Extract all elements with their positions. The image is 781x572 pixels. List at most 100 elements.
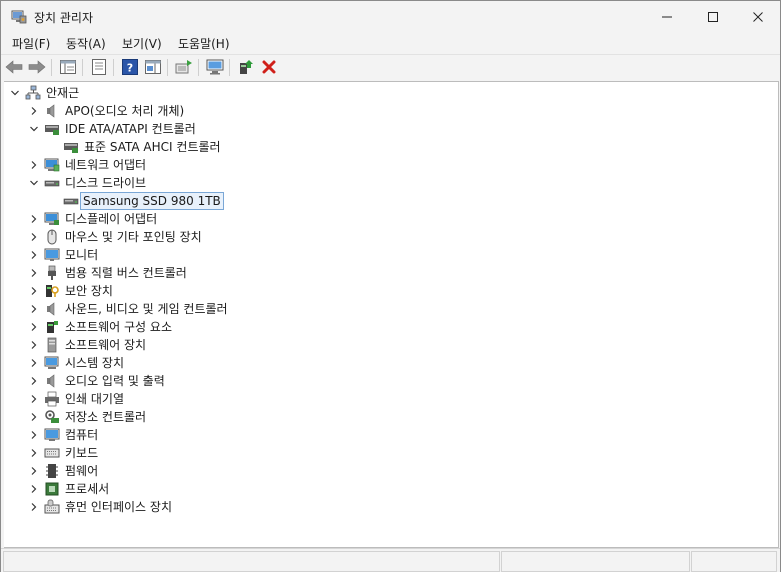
chevron-right-icon[interactable] — [28, 231, 40, 243]
chevron-right-icon[interactable] — [28, 501, 40, 513]
device-manager-window: 장치 관리자 파일(F) 동작(A) 보기(V) 도움말(H) ? 안재근 AP… — [0, 0, 781, 572]
speaker-icon — [47, 104, 55, 118]
chevron-right-icon[interactable] — [28, 105, 40, 117]
tree-node-sata-ahci[interactable]: 표준 SATA AHCI 컨트롤러 — [4, 138, 774, 156]
chevron-right-icon[interactable] — [28, 393, 40, 405]
close-button[interactable] — [735, 1, 781, 32]
tree-node-hid[interactable]: 휴먼 인터페이스 장치 — [4, 498, 774, 516]
toolbar-separator — [82, 59, 83, 76]
status-cell-main — [3, 551, 500, 572]
chevron-down-icon[interactable] — [28, 123, 40, 135]
chevron-right-icon[interactable] — [28, 375, 40, 387]
chevron-right-icon[interactable] — [28, 267, 40, 279]
tree-node-label: 프로세서 — [65, 482, 110, 496]
toolbar-separator — [51, 59, 52, 76]
tree-node-usb[interactable]: 범용 직렬 버스 컨트롤러 — [4, 264, 774, 282]
tree-node-label: 모니터 — [65, 248, 99, 262]
speaker-icon — [47, 374, 55, 388]
tree-node-storage-controller[interactable]: 저장소 컨트롤러 — [4, 408, 774, 426]
chevron-right-icon[interactable] — [28, 303, 40, 315]
tree-node-software-component[interactable]: 소프트웨어 구성 요소 — [4, 318, 774, 336]
tree-node-sound-video-game[interactable]: 사운드, 비디오 및 게임 컨트롤러 — [4, 300, 774, 318]
tree-node-system-devices[interactable]: 시스템 장치 — [4, 354, 774, 372]
tree-node-print-queue[interactable]: 인쇄 대기열 — [4, 390, 774, 408]
usb-icon — [48, 265, 56, 280]
network-adapter-icon — [44, 158, 60, 172]
tree-node-label: APO(오디오 처리 개체) — [65, 104, 185, 118]
tree-node-security[interactable]: 보안 장치 — [4, 282, 774, 300]
tree-node-computer[interactable]: 컴퓨터 — [4, 426, 774, 444]
help-button[interactable]: ? — [120, 58, 140, 76]
chevron-right-icon[interactable] — [28, 249, 40, 261]
software-component-icon — [47, 321, 58, 333]
menu-view[interactable]: 보기(V) — [120, 35, 164, 52]
properties-button[interactable] — [89, 58, 109, 76]
back-button[interactable] — [4, 58, 24, 76]
back-arrow-icon — [5, 60, 23, 74]
close-icon — [753, 11, 763, 22]
tree-node-firmware[interactable]: 펌웨어 — [4, 462, 774, 480]
forward-button[interactable] — [27, 58, 47, 76]
add-driver-button[interactable] — [236, 58, 256, 76]
tree-node-ide-ata[interactable]: IDE ATA/ATAPI 컨트롤러 — [4, 120, 774, 138]
action-pane-button[interactable] — [143, 58, 163, 76]
tree-node-display-adapter[interactable]: 디스플레이 어댑터 — [4, 210, 774, 228]
tree-node-processor[interactable]: 프로세서 — [4, 480, 774, 498]
maximize-button[interactable] — [690, 1, 736, 32]
disk-drive-icon — [44, 180, 60, 187]
tree-node-label: 표준 SATA AHCI 컨트롤러 — [84, 140, 221, 154]
chevron-down-icon[interactable] — [9, 87, 21, 99]
menu-help[interactable]: 도움말(H) — [176, 35, 232, 52]
show-hide-tree-icon — [60, 60, 76, 74]
monitor-icon — [44, 248, 60, 261]
minimize-button[interactable] — [644, 1, 690, 32]
chevron-right-icon[interactable] — [28, 429, 40, 441]
device-tree[interactable]: 안재근 APO(오디오 처리 개체) IDE ATA/ATAPI 컨트롤러 표준… — [4, 81, 779, 548]
menu-action[interactable]: 동작(A) — [64, 35, 108, 52]
menu-bar: 파일(F) 동작(A) 보기(V) 도움말(H) — [1, 32, 780, 54]
tree-node-audio-io[interactable]: 오디오 입력 및 출력 — [4, 372, 774, 390]
chevron-right-icon[interactable] — [28, 159, 40, 171]
storage-controller-icon — [45, 410, 59, 423]
tree-node-keyboard[interactable]: 키보드 — [4, 444, 774, 462]
tree-node-label: 네트워크 어댑터 — [65, 158, 147, 172]
tree-root[interactable]: 안재근 — [4, 84, 774, 102]
window-title: 장치 관리자 — [34, 11, 94, 25]
software-device-icon — [47, 337, 57, 353]
uninstall-device-icon — [262, 60, 276, 74]
chevron-right-icon[interactable] — [28, 465, 40, 477]
tree-node-label: 디스크 드라이브 — [65, 176, 147, 190]
keyboard-icon — [44, 448, 60, 458]
processor-icon — [45, 482, 59, 496]
chevron-right-icon[interactable] — [28, 411, 40, 423]
tree-node-disk-drives[interactable]: 디스크 드라이브 — [4, 174, 774, 192]
chevron-right-icon[interactable] — [28, 357, 40, 369]
tree-node-apo[interactable]: APO(오디오 처리 개체) — [4, 102, 774, 120]
title-bar[interactable]: 장치 관리자 — [1, 1, 780, 32]
tree-node-mouse[interactable]: 마우스 및 기타 포인팅 장치 — [4, 228, 774, 246]
show-hide-tree-button[interactable] — [58, 58, 78, 76]
chevron-down-icon[interactable] — [28, 177, 40, 189]
tree-node-label: 보안 장치 — [65, 284, 113, 298]
update-driver-button[interactable] — [174, 58, 194, 76]
chevron-right-icon[interactable] — [28, 213, 40, 225]
chevron-right-icon[interactable] — [28, 285, 40, 297]
chevron-right-icon[interactable] — [28, 447, 40, 459]
tree-node-software-device[interactable]: 소프트웨어 장치 — [4, 336, 774, 354]
toolbar-separator — [113, 59, 114, 76]
firmware-icon — [46, 464, 58, 478]
tree-node-network[interactable]: 네트워크 어댑터 — [4, 156, 774, 174]
status-bar — [1, 548, 780, 572]
tree-node-label: 디스플레이 어댑터 — [65, 212, 158, 226]
maximize-icon — [708, 11, 718, 22]
chevron-right-icon[interactable] — [28, 483, 40, 495]
chevron-right-icon[interactable] — [28, 321, 40, 333]
update-driver-icon — [175, 60, 192, 74]
tree-node-monitor[interactable]: 모니터 — [4, 246, 774, 264]
tree-node-label: IDE ATA/ATAPI 컨트롤러 — [65, 122, 196, 136]
scan-hardware-button[interactable] — [205, 58, 225, 76]
tree-node-samsung-ssd[interactable]: Samsung SSD 980 1TB — [4, 192, 774, 210]
chevron-right-icon[interactable] — [28, 339, 40, 351]
menu-file[interactable]: 파일(F) — [10, 35, 52, 52]
uninstall-device-button[interactable] — [259, 58, 279, 76]
